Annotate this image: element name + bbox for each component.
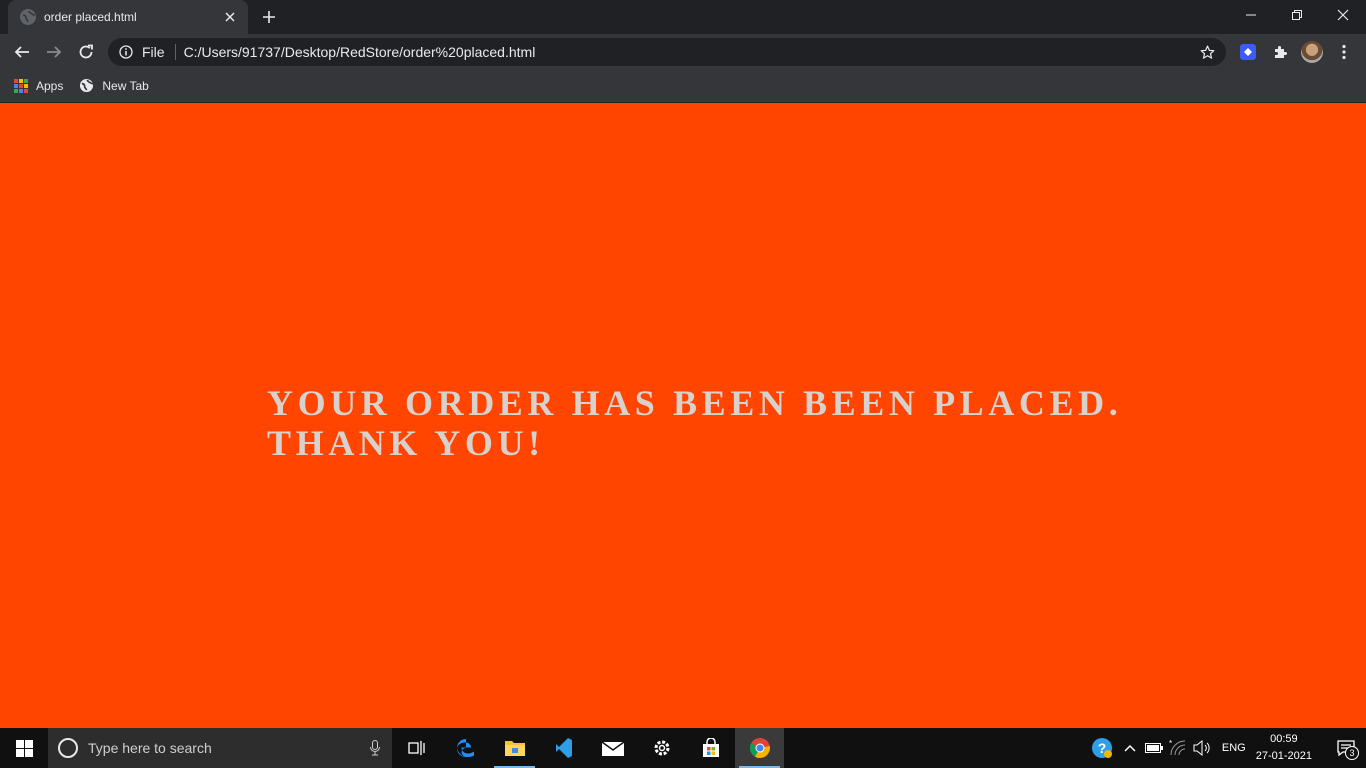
restore-icon[interactable] <box>1274 0 1320 30</box>
address-bar[interactable]: File C:/Users/91737/Desktop/RedStore/ord… <box>108 38 1226 66</box>
windows-start-icon[interactable] <box>0 728 48 768</box>
search-placeholder: Type here to search <box>88 740 212 756</box>
bookmark-star-icon[interactable] <box>1198 43 1216 61</box>
taskbar-search-box[interactable]: Type here to search <box>48 728 392 768</box>
info-icon[interactable] <box>118 44 134 60</box>
url-text[interactable]: C:/Users/91737/Desktop/RedStore/order%20… <box>184 44 1198 60</box>
minimize-icon[interactable] <box>1228 0 1274 30</box>
system-tray: ? * ENG 00:59 27-01-2021 3 <box>1086 728 1366 768</box>
task-view-icon[interactable] <box>392 728 441 768</box>
store-icon[interactable] <box>686 728 735 768</box>
chrome-icon[interactable] <box>735 728 784 768</box>
new-tab-button[interactable] <box>258 6 280 28</box>
forward-arrow-icon[interactable] <box>40 38 68 66</box>
extensions-area <box>1232 38 1360 66</box>
profile-avatar[interactable] <box>1296 38 1328 66</box>
bookmark-new-tab[interactable]: New Tab <box>79 78 149 93</box>
wifi-icon[interactable]: * <box>1166 728 1190 768</box>
volume-icon[interactable] <box>1190 728 1214 768</box>
globe-icon <box>80 78 94 93</box>
svg-text:*: * <box>1169 740 1172 748</box>
mail-icon[interactable] <box>588 728 637 768</box>
browser-toolbar: File C:/Users/91737/Desktop/RedStore/ord… <box>0 34 1366 70</box>
apps-grid-icon <box>14 78 28 93</box>
chevron-up-icon[interactable] <box>1118 728 1142 768</box>
battery-icon[interactable] <box>1142 728 1166 768</box>
browser-tab[interactable]: order placed.html <box>8 0 248 34</box>
language-indicator[interactable]: ENG <box>1222 742 1246 754</box>
edge-icon[interactable] <box>441 728 490 768</box>
file-explorer-icon[interactable] <box>490 728 539 768</box>
omnibox-divider <box>174 44 176 60</box>
close-window-icon[interactable] <box>1320 0 1366 30</box>
globe-icon <box>20 9 36 25</box>
clock[interactable]: 00:59 27-01-2021 <box>1256 731 1312 765</box>
cortana-icon <box>58 738 78 758</box>
puzzle-icon[interactable] <box>1264 38 1296 66</box>
vscode-icon[interactable] <box>539 728 588 768</box>
tab-title: order placed.html <box>44 10 137 24</box>
notification-center-icon[interactable]: 3 <box>1326 728 1366 768</box>
order-confirmation-message: YOUR ORDER HAS BEEN BEEN PLACED. THANK Y… <box>267 383 1167 463</box>
close-tab-icon[interactable] <box>222 9 238 25</box>
bookmarks-bar: Apps New Tab <box>0 70 1366 102</box>
clock-time: 00:59 <box>1270 733 1298 745</box>
settings-icon[interactable] <box>637 728 686 768</box>
reload-icon[interactable] <box>72 38 100 66</box>
notification-count-badge: 3 <box>1345 746 1359 760</box>
window-controls <box>1228 0 1366 30</box>
message-line-2: THANK YOU! <box>267 423 545 463</box>
tab-strip: order placed.html <box>0 0 1366 34</box>
bookmark-label: New Tab <box>102 78 149 93</box>
extension-icon[interactable] <box>1232 38 1264 66</box>
back-arrow-icon[interactable] <box>8 38 36 66</box>
bookmark-label: Apps <box>36 78 64 93</box>
clock-date: 27-01-2021 <box>1255 750 1312 762</box>
message-line-1: YOUR ORDER HAS BEEN BEEN PLACED. <box>267 383 1123 423</box>
help-icon[interactable]: ? <box>1086 728 1118 768</box>
microphone-icon[interactable] <box>370 740 380 756</box>
windows-taskbar: Type here to search ? * ENG 00:59 27-01-… <box>0 728 1366 768</box>
page-content: YOUR ORDER HAS BEEN BEEN PLACED. THANK Y… <box>0 103 1366 728</box>
menu-kebab-icon[interactable] <box>1328 38 1360 66</box>
url-scheme-label: File <box>142 44 165 60</box>
bookmark-apps[interactable]: Apps <box>14 78 64 93</box>
